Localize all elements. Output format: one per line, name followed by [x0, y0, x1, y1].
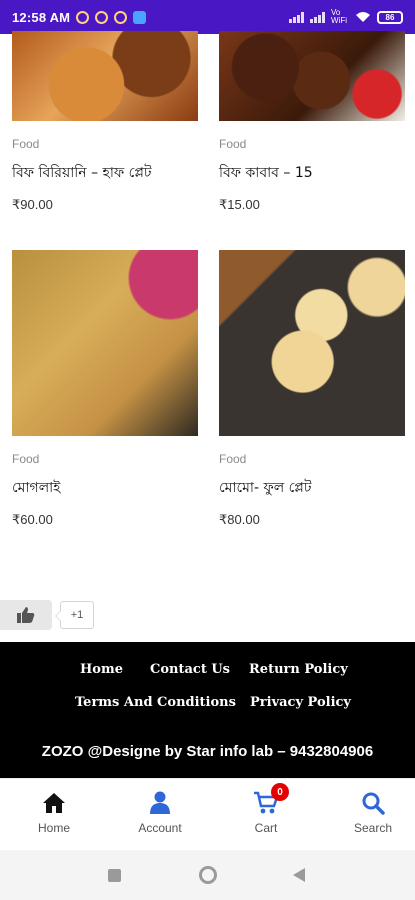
product-price: ₹90.00 [12, 197, 53, 212]
product-category: Food [12, 137, 40, 151]
cart-badge: 0 [271, 783, 289, 801]
system-status-icons: Vo WiFi 86 [289, 9, 403, 25]
bottom-nav: Home Account 0 Cart Search [0, 778, 415, 848]
status-time: 12:58 AM [12, 9, 71, 25]
nav-item-home[interactable]: Home [9, 791, 99, 835]
twitter-icon [133, 10, 147, 24]
footer-link-privacy[interactable]: Privacy Policy [250, 695, 351, 710]
product-price: ₹15.00 [219, 197, 260, 212]
vowifi-label: Vo WiFi [331, 8, 347, 25]
product-name[interactable]: মোগলাই [12, 476, 198, 500]
alarm-icon [76, 10, 90, 24]
recent-apps-icon[interactable] [108, 868, 121, 882]
back-icon[interactable] [293, 868, 305, 882]
like-count: +1 [55, 601, 94, 629]
notification-icon [114, 10, 128, 24]
user-icon [150, 791, 170, 814]
search-icon [362, 792, 385, 815]
home-icon [43, 793, 65, 813]
product-card[interactable]: Food বিফ কাবাব – 15 ₹15.00 [219, 31, 405, 213]
kebab-image[interactable] [219, 31, 405, 121]
product-card[interactable]: Food মোমো- ফুল প্লেট ₹80.00 [219, 250, 405, 528]
nav-label: Account [138, 821, 182, 835]
product-name[interactable]: বিফ কাবাব – 15 [219, 161, 405, 185]
product-price: ₹80.00 [219, 512, 260, 527]
signal-icon [310, 11, 325, 23]
nav-label: Home [37, 821, 70, 835]
footer-link-contact[interactable]: Contact Us [150, 662, 230, 677]
footer-link-return-policy[interactable]: Return Policy [249, 662, 348, 677]
biryani-image[interactable] [12, 31, 198, 121]
thumbs-up-icon [17, 607, 35, 623]
site-footer: Home Contact Us Return Policy Terms And … [0, 642, 415, 778]
mughlai-image[interactable] [12, 250, 198, 436]
nav-label: Search [353, 821, 393, 835]
notification-icon [95, 10, 109, 24]
footer-copyright: ZOZO @Designe by Star info lab – 9432804… [41, 743, 374, 760]
footer-link-terms[interactable]: Terms And Conditions [75, 695, 236, 710]
product-card[interactable]: Food মোগলাই ₹60.00 [12, 250, 198, 528]
product-card[interactable]: Food বিফ বিরিয়ানি – হাফ প্লেট ₹90.00 [12, 31, 198, 213]
footer-link-home[interactable]: Home [80, 662, 123, 677]
home-button-icon[interactable] [199, 866, 217, 884]
product-name[interactable]: বিফ বিরিয়ানি – হাফ প্লেট [12, 161, 198, 185]
nav-item-search[interactable]: Search [328, 791, 415, 835]
system-nav-bar [0, 850, 415, 900]
nav-label: Cart [254, 821, 278, 835]
product-category: Food [219, 452, 247, 466]
product-name[interactable]: মোমো- ফুল প্লেট [219, 476, 405, 500]
product-price: ₹60.00 [12, 512, 53, 527]
status-bar: 12:58 AM Vo WiFi 86 [0, 0, 415, 34]
product-category: Food [219, 137, 247, 151]
signal-icon [289, 11, 304, 23]
like-button[interactable] [0, 600, 52, 630]
battery-icon: 86 [377, 10, 403, 24]
like-widget: +1 [0, 600, 94, 630]
wifi-icon [356, 12, 370, 22]
notification-icons [76, 10, 147, 24]
nav-item-account[interactable]: Account [115, 791, 205, 835]
product-category: Food [12, 452, 40, 466]
nav-item-cart[interactable]: 0 Cart [221, 783, 311, 835]
momo-image[interactable] [219, 250, 405, 436]
